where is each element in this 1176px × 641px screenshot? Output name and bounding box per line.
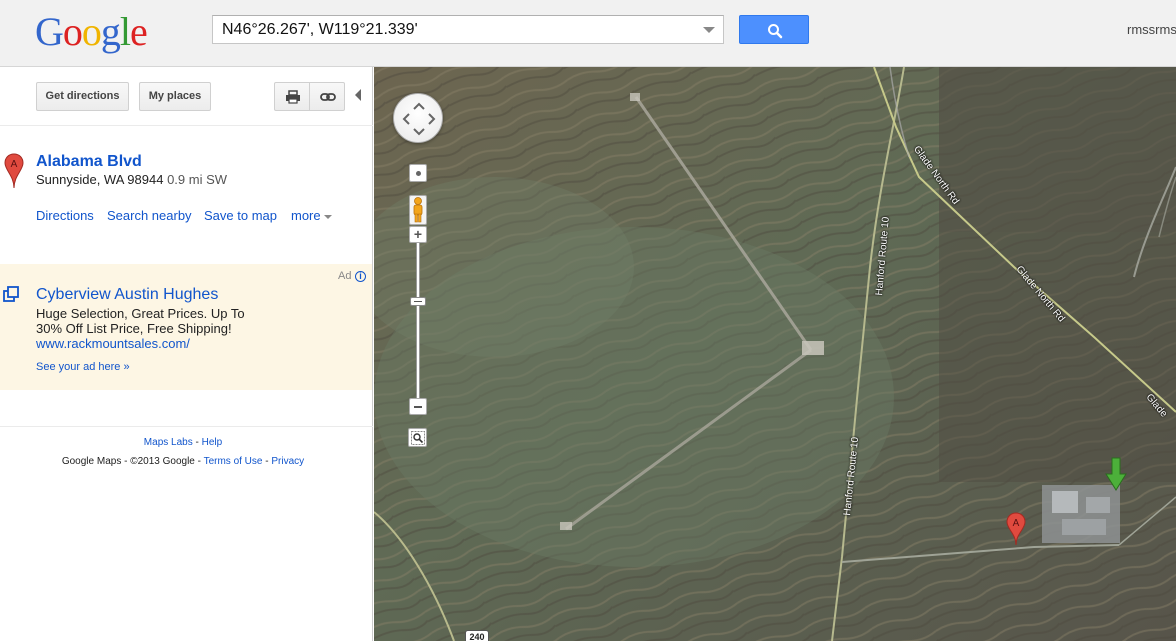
link-icon: [320, 93, 336, 101]
pegman-icon: [413, 197, 423, 223]
my-places-button[interactable]: My places: [139, 82, 211, 111]
distance-text: 0.9 mi SW: [167, 172, 228, 187]
get-directions-button[interactable]: Get directions: [36, 82, 129, 111]
svg-text:A: A: [1013, 518, 1020, 529]
result-address: Sunnyside, WA 98944 0.9 mi SW: [36, 172, 227, 187]
divider: [0, 426, 373, 427]
user-name[interactable]: rmssrms: [1127, 22, 1176, 37]
marker-a-icon[interactable]: A: [4, 153, 24, 189]
map-marker-a-icon[interactable]: A: [1006, 512, 1026, 546]
logo-letter: g: [100, 9, 121, 54]
satellite-map[interactable]: Glade North Rd Glade North Rd Glade Hanf…: [374, 67, 1176, 641]
zoom-slider-handle[interactable]: [410, 297, 426, 306]
zoom-out-button[interactable]: [409, 398, 427, 415]
search-button[interactable]: [739, 15, 809, 44]
footer-separator: -: [192, 437, 202, 448]
logo-letter: e: [130, 9, 148, 54]
divider: [0, 125, 373, 126]
maps-labs-link[interactable]: Maps Labs: [144, 437, 193, 448]
footer-legal: Google Maps - ©2013 Google - Terms of Us…: [0, 456, 366, 467]
external-link-icon[interactable]: [3, 286, 19, 302]
dot-icon: [416, 171, 421, 176]
help-link[interactable]: Help: [202, 437, 223, 448]
collapse-panel-icon[interactable]: [355, 89, 361, 101]
ad-label: Ad: [338, 270, 352, 282]
left-panel: Get directions My places A Alabama Blvd …: [0, 67, 373, 641]
reset-view-button[interactable]: [409, 164, 427, 182]
ad-text-line: Huge Selection, Great Prices. Up To: [36, 306, 245, 321]
search-nearby-link[interactable]: Search nearby: [107, 208, 192, 223]
street-view-pegman[interactable]: [409, 195, 427, 225]
minus-icon: [414, 406, 422, 408]
terms-link[interactable]: Terms of Use: [204, 456, 263, 467]
result-title-link[interactable]: Alabama Blvd: [36, 153, 142, 171]
google-logo[interactable]: Google: [35, 9, 148, 54]
address-text: Sunnyside, WA 98944: [36, 172, 164, 187]
footer-links: Maps Labs - Help: [0, 437, 366, 448]
pan-arrows-icon: [402, 102, 436, 136]
satellite-imagery: [374, 67, 1176, 641]
pan-control[interactable]: [393, 93, 443, 143]
see-your-ad-link[interactable]: See your ad here »: [36, 361, 130, 373]
directions-link[interactable]: Directions: [36, 208, 94, 223]
handle-grip-icon: [414, 301, 422, 302]
printer-icon: [286, 90, 300, 104]
search-icon: [768, 24, 783, 39]
info-icon[interactable]: i: [355, 271, 366, 282]
logo-letter: o: [81, 9, 102, 54]
ad-title-link[interactable]: Cyberview Austin Hughes: [36, 286, 218, 304]
ad-text-line: 30% Off List Price, Free Shipping!: [36, 321, 232, 336]
caret-down-icon: [323, 214, 332, 219]
zoom-in-button[interactable]: +: [409, 226, 427, 243]
link-button[interactable]: [309, 82, 345, 111]
more-label: more: [291, 208, 321, 223]
copyright-text: Google Maps - ©2013 Google -: [61, 456, 204, 467]
search-box[interactable]: [212, 15, 724, 44]
zoom-to-area-button[interactable]: [408, 428, 427, 447]
more-link[interactable]: more: [291, 208, 332, 223]
zoom-slider-track[interactable]: [416, 243, 420, 401]
save-to-map-link[interactable]: Save to map: [204, 208, 277, 223]
ad-box: Ad i Cyberview Austin Hughes Huge Select…: [0, 264, 372, 390]
search-input[interactable]: [213, 16, 693, 43]
logo-letter: G: [35, 9, 64, 54]
magnifier-icon: [411, 431, 425, 445]
privacy-link[interactable]: Privacy: [271, 456, 304, 467]
svg-text:A: A: [11, 159, 18, 170]
green-arrow-icon[interactable]: [1105, 457, 1127, 491]
logo-letter: l: [119, 9, 131, 54]
search-dropdown-icon[interactable]: [703, 27, 715, 33]
print-button[interactable]: [274, 82, 310, 111]
ad-url-link[interactable]: www.rackmountsales.com/: [36, 336, 190, 351]
route-shield: 240: [465, 630, 489, 641]
top-bar: Google rmssrms: [0, 0, 1176, 67]
logo-letter: o: [62, 9, 83, 54]
